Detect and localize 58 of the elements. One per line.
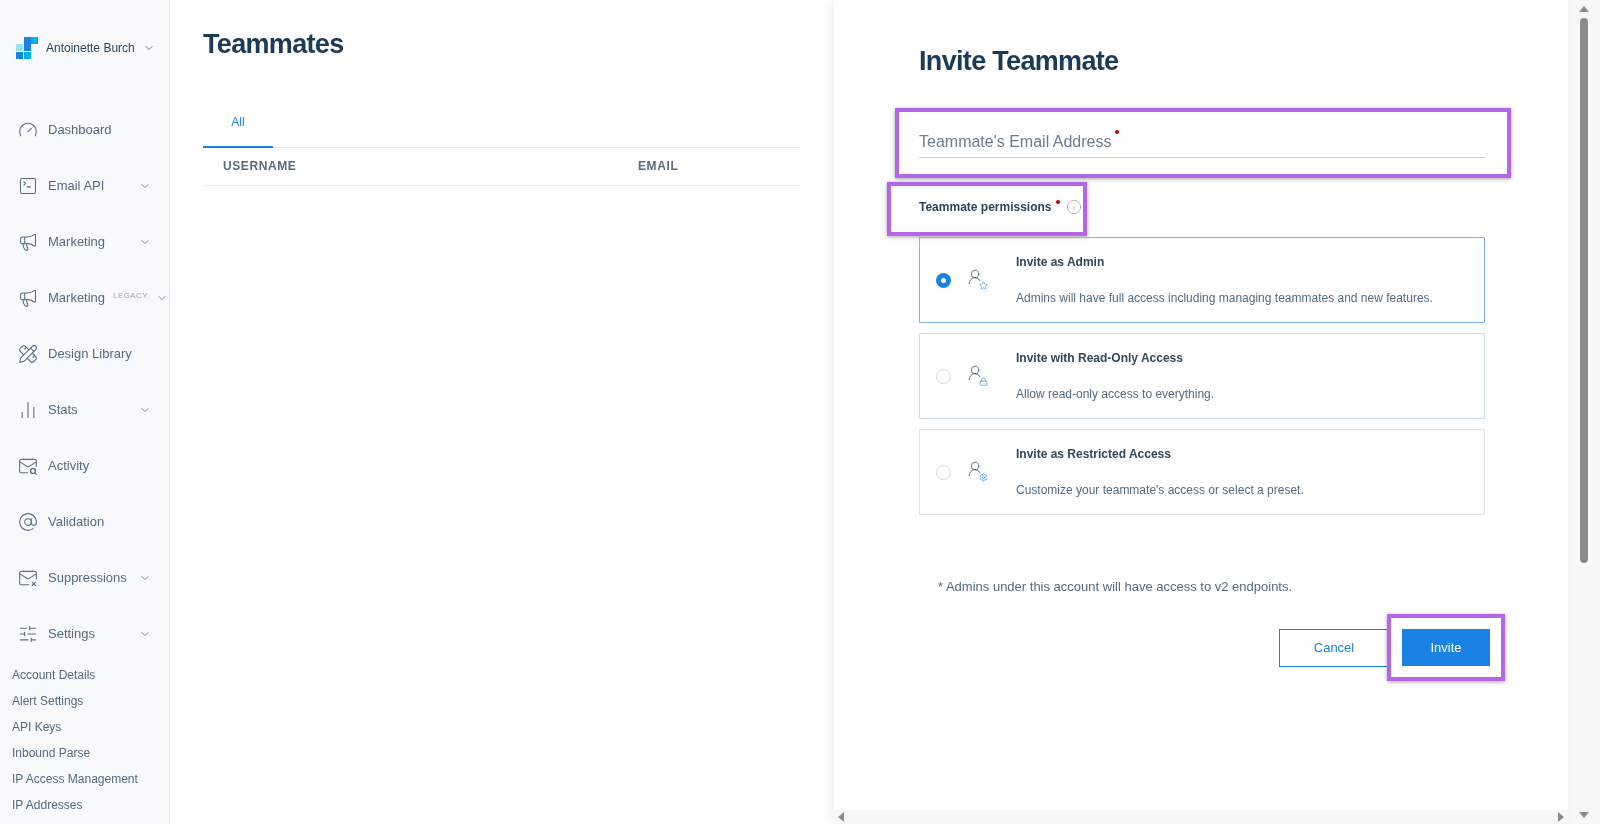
nav-item[interactable]: Marketing	[0, 214, 169, 270]
info-icon[interactable]	[1065, 198, 1082, 215]
megaphone-icon	[18, 232, 38, 252]
option-title: Invite as Restricted Access	[1016, 445, 1172, 463]
sub-nav-link[interactable]: IP Addresses	[0, 792, 169, 818]
terminal-icon	[18, 176, 38, 196]
permission-option[interactable]: Invite with Read-Only Access Allow read-only access to everything.	[919, 332, 1485, 419]
drawer-title: Invite Teammate	[919, 45, 1120, 78]
permissions-label: Teammate permissions	[919, 198, 1052, 216]
radio-button[interactable]	[936, 464, 951, 480]
radio-button[interactable]	[936, 272, 951, 288]
scroll-left-icon[interactable]	[838, 812, 844, 822]
option-title: Invite with Read-Only Access	[1016, 349, 1184, 367]
nav-item[interactable]: Marketing LEGACY	[0, 270, 169, 326]
email-field[interactable]: Teammate's Email Address	[919, 130, 1112, 154]
nav-item[interactable]: Suppressions	[0, 550, 169, 606]
account-name[interactable]: Antoinette Burch	[46, 39, 135, 57]
user-star-icon	[966, 267, 988, 290]
scroll-down-icon[interactable]	[1579, 812, 1589, 818]
mail-search-icon	[18, 456, 38, 476]
megaphone-icon	[18, 288, 38, 308]
nav-item[interactable]: Validation	[0, 494, 169, 550]
cancel-button[interactable]: Cancel	[1279, 628, 1389, 667]
scrollbar-thumb[interactable]	[1580, 18, 1588, 563]
column-header: EMAIL	[638, 158, 679, 175]
column-header: USERNAME	[222, 158, 298, 175]
mail-blocked-icon	[18, 568, 38, 588]
legacy-label: LEGACY	[113, 290, 148, 302]
nav-item[interactable]: Stats	[0, 382, 169, 438]
sub-nav-link[interactable]: API Keys	[0, 714, 169, 740]
footnote: * Admins under this account will have access to v2 endpoints.	[938, 577, 1294, 596]
sub-nav-link[interactable]: Inbound Parse	[0, 740, 169, 766]
sliders-icon	[18, 624, 38, 644]
nav-item[interactable]: Settings	[0, 606, 169, 662]
option-title: Invite as Admin	[1016, 253, 1106, 271]
nav-item[interactable]: Design Library	[0, 326, 169, 382]
sub-nav-link[interactable]: Alert Settings	[0, 688, 169, 714]
nav-item[interactable]: Email API	[0, 158, 169, 214]
sub-nav-link[interactable]: Account Details	[0, 662, 169, 688]
logo-icon	[16, 37, 38, 59]
user-gear-icon	[966, 459, 988, 482]
page-title: Teammates	[203, 28, 345, 61]
invite-button[interactable]: Invite	[1402, 629, 1490, 666]
option-description: Admins will have full access including managing teammates and new features.	[1016, 289, 1433, 307]
permission-option[interactable]: Invite as Restricted Access Customize your teammate's access or select a preset.	[919, 428, 1485, 515]
sub-nav-link[interactable]: IP Access Management	[0, 766, 169, 792]
vertical-scrollbar[interactable]	[1568, 0, 1600, 824]
scroll-up-icon[interactable]	[1579, 6, 1589, 12]
permission-option[interactable]: Invite as Admin Admins will have full access including managing teammates and new features.	[919, 236, 1485, 323]
at-sign-icon	[18, 512, 38, 532]
radio-button[interactable]	[936, 368, 951, 384]
option-description: Customize your teammate's access or select a preset.	[1016, 481, 1304, 499]
nav-item[interactable]: Activity	[0, 438, 169, 494]
nav-item[interactable]: Dashboard	[0, 102, 169, 158]
tab[interactable]: All	[203, 97, 273, 148]
pencil-ruler-icon	[18, 344, 38, 364]
user-lock-icon	[966, 363, 988, 386]
option-description: Allow read-only access to everything.	[1016, 385, 1215, 403]
